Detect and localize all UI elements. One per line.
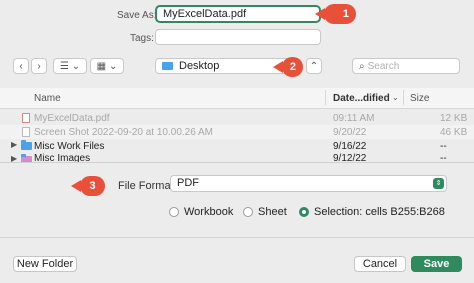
callout-3: 3 (71, 176, 105, 196)
back-button[interactable]: ‹ (13, 58, 29, 74)
list-view-button[interactable]: ☰ ⌄ (53, 58, 87, 74)
file-size: 12 KB (440, 112, 468, 124)
radio-workbook-label: Workbook (184, 206, 234, 218)
footer-divider (0, 237, 474, 238)
folder-date: 9/12/22 (333, 153, 367, 162)
list-icon: ☰ (59, 60, 69, 72)
save-as-field[interactable]: MyExcelData.pdf (155, 5, 321, 23)
list-divider (0, 162, 474, 163)
pdf-file-icon (22, 113, 30, 123)
new-folder-button[interactable]: New Folder (13, 256, 77, 272)
image-file-icon (22, 127, 30, 137)
chevron-down-icon: ⌄ (71, 60, 81, 72)
file-date: 09:11 AM (333, 112, 375, 124)
folder-icon (21, 140, 32, 150)
radio-sheet-label: Sheet (258, 206, 287, 218)
callout-2: 2 (273, 57, 303, 77)
file-size: 46 KB (440, 126, 468, 138)
file-name: MyExcelData.pdf (34, 112, 110, 124)
file-row[interactable]: MyExcelData.pdf 09:11 AM 12 KB (0, 111, 474, 125)
search-field[interactable]: ⌕ Search (352, 58, 460, 74)
column-name[interactable]: Name (34, 93, 61, 104)
location-label: Desktop (179, 60, 220, 72)
save-as-label: Save As: (117, 10, 157, 21)
disclosure-triangle-icon[interactable]: ▶ (11, 154, 17, 162)
folder-row[interactable]: ▶ Misc Work Files 9/16/22 -- (0, 139, 474, 153)
cancel-button[interactable]: Cancel (354, 256, 406, 272)
sort-chevron-icon: ⌄ (392, 93, 399, 102)
radio-button[interactable] (169, 207, 179, 217)
folder-row[interactable]: ▶ Misc Images 9/12/22 -- (0, 153, 474, 162)
radio-selection-label: Selection: cells B255:B268 (314, 206, 445, 218)
grid-icon: ▦ (96, 60, 107, 72)
folder-size: -- (440, 153, 447, 162)
radio-selection[interactable]: Selection: cells B255:B268 (299, 206, 445, 218)
file-format-select[interactable]: PDF ⇕ (170, 175, 447, 192)
folder-name: Misc Work Files (34, 140, 105, 152)
save-button[interactable]: Save (411, 256, 462, 272)
tags-label: Tags: (130, 33, 154, 44)
radio-sheet[interactable]: Sheet (243, 206, 287, 218)
file-row[interactable]: Screen Shot 2022-09-20 at 10.00.26 AM 9/… (0, 125, 474, 139)
file-format-label: File Format: (118, 180, 177, 192)
column-size[interactable]: Size (410, 93, 429, 104)
tags-field[interactable] (155, 29, 321, 45)
forward-button[interactable]: › (31, 58, 47, 74)
popup-chevron-icon: ⇕ (433, 178, 444, 189)
disclosure-triangle-icon[interactable]: ▶ (11, 140, 17, 149)
column-divider (325, 90, 326, 105)
column-divider (403, 90, 404, 105)
callout-1: 1 (315, 4, 356, 24)
folder-size: -- (440, 140, 447, 152)
radio-button-selected[interactable] (299, 207, 309, 217)
folder-date: 9/16/22 (333, 140, 367, 152)
search-placeholder: Search (367, 60, 400, 72)
callout-3-number: 3 (89, 180, 96, 192)
search-icon: ⌕ (359, 60, 365, 72)
radio-button[interactable] (243, 207, 253, 217)
radio-workbook[interactable]: Workbook (169, 206, 233, 218)
file-list-header: Name Date...dified ⌄ Size (0, 88, 474, 109)
column-date[interactable]: Date...dified (333, 93, 390, 104)
file-format-value: PDF (177, 177, 199, 189)
file-name: Screen Shot 2022-09-20 at 10.00.26 AM (34, 126, 214, 138)
file-date: 9/20/22 (333, 126, 367, 138)
grid-view-button[interactable]: ▦ ⌄ (90, 58, 124, 74)
folder-name: Misc Images (34, 153, 91, 162)
chevron-down-icon: ⌄ (109, 60, 118, 72)
expand-button[interactable]: ⌃ (306, 58, 322, 74)
folder-icon (162, 62, 173, 70)
